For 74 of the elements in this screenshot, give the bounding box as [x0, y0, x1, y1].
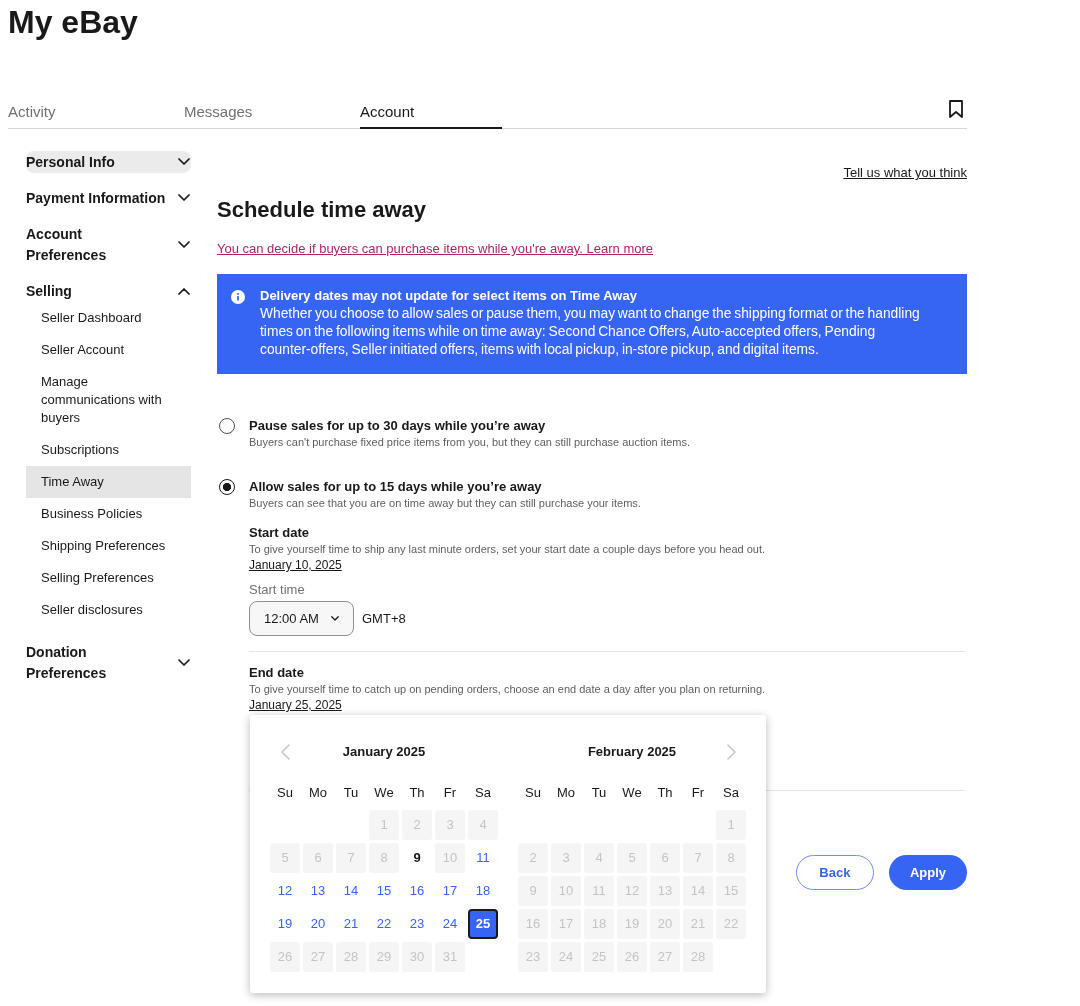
- sidebar-link[interactable]: Seller disclosures: [26, 594, 191, 626]
- date-link[interactable]: January 10, 2025: [249, 558, 342, 573]
- weekday-label: Tu: [590, 784, 608, 802]
- info-icon: [231, 290, 245, 304]
- calendar-day[interactable]: 19: [270, 909, 300, 939]
- sidebar-link[interactable]: Selling Preferences: [26, 562, 191, 594]
- date-link[interactable]: January 25, 2025: [249, 698, 342, 713]
- apply-button[interactable]: Apply: [888, 855, 967, 890]
- sidebar-link[interactable]: Manage communications with buyers: [26, 366, 191, 434]
- calendar-day[interactable]: 16: [402, 876, 432, 906]
- calendar-day[interactable]: 22: [369, 909, 399, 939]
- calendar-day[interactable]: 21: [336, 909, 366, 939]
- month-title: January 2025: [341, 744, 427, 760]
- weekday-label: Mo: [307, 784, 329, 802]
- field-label: Start date: [249, 525, 310, 541]
- chevron-down-icon: [331, 616, 339, 621]
- calendar-day[interactable]: 13: [303, 876, 333, 906]
- time-select[interactable]: 12:00 AM: [249, 601, 354, 636]
- timezone-label: GMT+8: [362, 610, 406, 627]
- sidebar-link[interactable]: Seller Account: [26, 334, 191, 366]
- sidebar-section[interactable]: Donation Preferences: [26, 641, 191, 684]
- hint-text: To give yourself time to catch up on pending orders, choose an end date a day after you plan on returning.: [249, 682, 767, 696]
- weekday-label: Fr: [690, 784, 706, 802]
- sidebar-link[interactable]: Seller Dashboard: [26, 302, 191, 334]
- page-title: My eBay: [8, 3, 138, 38]
- calendar-day[interactable]: 24: [435, 909, 465, 939]
- weekday-label: We: [621, 784, 643, 802]
- option-title: Allow sales for up to 15 days while you’re away: [249, 479, 543, 495]
- notice-text: Whether you choose to allow sales or pause them, you may want to change the shipping format or the handling times on the following items while on time away: Second Chance Offers, Auto-accepted offers, Pending counter-offers, Seller initiated offers, items with local pickup, in-store pickup, and digital items.: [260, 305, 921, 359]
- calendar-day[interactable]: 17: [435, 876, 465, 906]
- sidebar-link[interactable]: Business Policies: [26, 498, 191, 530]
- sidebar-section[interactable]: Selling: [26, 280, 191, 302]
- calendar-day[interactable]: 20: [303, 909, 333, 939]
- page-heading: Schedule time away: [217, 197, 428, 223]
- calendar-day[interactable]: 23: [402, 909, 432, 939]
- month-title: February 2025: [586, 744, 678, 760]
- feedback-link[interactable]: Tell us what you think: [843, 165, 967, 181]
- calendar-day[interactable]: 15: [369, 876, 399, 906]
- calendar-day[interactable]: 9: [402, 843, 432, 873]
- sidebar-section[interactable]: Personal Info: [26, 151, 191, 173]
- option-description: Buyers can't purchase fixed price items from you, but they can still purchase auction items.: [249, 435, 691, 449]
- sidebar-link[interactable]: Time Away: [26, 466, 191, 498]
- option-description: Buyers can see that you are on time away but they can still purchase your items.: [249, 496, 641, 510]
- back-button[interactable]: Back: [795, 855, 874, 890]
- sidebar-link[interactable]: Shipping Preferences: [26, 530, 191, 562]
- field-label: Start time: [249, 582, 306, 598]
- weekday-label: Su: [524, 784, 542, 802]
- hint-text: To give yourself time to ship any last minute orders, set your start date a couple days before you head out.: [249, 542, 767, 556]
- field-label: End date: [249, 665, 305, 681]
- weekday-label: Tu: [342, 784, 360, 802]
- info-link[interactable]: You can decide if buyers can purchase items while you're away. Learn more: [217, 241, 654, 257]
- weekday-label: Su: [276, 784, 294, 802]
- sidebar-section[interactable]: Payment Information: [26, 187, 191, 209]
- calendar-day[interactable]: 18: [468, 876, 498, 906]
- option-title: Pause sales for up to 30 days while you’re away: [249, 418, 547, 434]
- weekday-label: Sa: [722, 784, 740, 802]
- bookmark-icon[interactable]: [949, 100, 963, 118]
- calendar-day[interactable]: 14: [336, 876, 366, 906]
- weekday-label: Th: [656, 784, 674, 802]
- weekday-label: Th: [408, 784, 426, 802]
- calendar-day[interactable]: 25: [468, 909, 498, 939]
- tab[interactable]: Messages: [184, 103, 326, 129]
- weekday-label: Fr: [442, 784, 458, 802]
- weekday-label: Mo: [555, 784, 577, 802]
- calendar-day[interactable]: 12: [270, 876, 300, 906]
- sidebar-section[interactable]: Account Preferences: [26, 223, 191, 266]
- sidebar-link[interactable]: Subscriptions: [26, 434, 191, 466]
- weekday-label: Sa: [474, 784, 492, 802]
- calendar-day[interactable]: 11: [468, 843, 498, 873]
- notice-title: Delivery dates may not update for select items on Time Away: [260, 287, 638, 305]
- tab[interactable]: Account: [360, 103, 502, 129]
- weekday-label: We: [373, 784, 395, 802]
- tab[interactable]: Activity: [8, 103, 150, 129]
- radio-button[interactable]: [219, 479, 235, 495]
